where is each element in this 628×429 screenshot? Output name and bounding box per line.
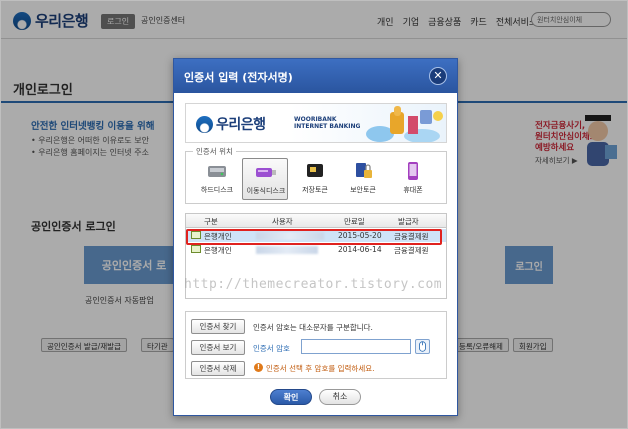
- bank-banner: 우리은행 WOORIBANK INTERNET BANKING: [185, 103, 447, 143]
- cert-expiry: 2014-06-14: [338, 245, 382, 254]
- column-header-user[interactable]: 사용자: [272, 216, 293, 227]
- selected-row-highlight: [186, 229, 442, 245]
- banner-subtitle: WOORIBANK INTERNET BANKING: [294, 116, 360, 130]
- masked-user-name: [256, 246, 318, 254]
- column-header-issuer[interactable]: 발급자: [398, 216, 419, 227]
- screenshot-frame: 우리은행 로그인 공인인증센터 개인 기업 금융상품 카드 전체서비스 ▾ 원터…: [0, 0, 628, 429]
- case-sensitive-hint: 인증서 암호는 대소문자를 구분합니다.: [253, 323, 373, 332]
- certificate-actions: 인증서 찾기 인증서 보기 인증서 삭제 인증서 암호는 대소문자를 구분합니다…: [185, 311, 447, 379]
- password-label: 인증서 암호: [253, 344, 290, 353]
- removable-disk-icon: [256, 168, 276, 177]
- thumbs-up-illustration-icon: [366, 106, 443, 142]
- security-token-icon: [356, 163, 372, 178]
- warning-icon: !: [254, 363, 263, 372]
- storage-label: 저장토큰: [302, 186, 328, 194]
- storage-label: 하드디스크: [200, 186, 234, 194]
- banner-logo: 우리은행: [196, 114, 266, 134]
- storage-label: 휴대폰: [403, 186, 423, 194]
- column-header-type[interactable]: 구분: [204, 216, 218, 227]
- close-icon[interactable]: ✕: [429, 67, 447, 85]
- storage-token[interactable]: 저장토큰: [292, 158, 338, 200]
- storage-legend: 인증서 위치: [193, 146, 236, 157]
- hard-disk-icon: [208, 166, 226, 177]
- cert-type: 은행개인: [204, 246, 232, 255]
- certificate-dialog: 인증서 입력 (전자서명) ✕ 우리은행 WOORIBANK INTERNET …: [173, 58, 458, 416]
- watermark-text: http://themecreator.tistory.com: [184, 277, 443, 292]
- storage-phone[interactable]: 휴대폰: [390, 158, 436, 200]
- view-cert-button[interactable]: 인증서 보기: [191, 340, 245, 355]
- storage-hard-disk[interactable]: 하드디스크: [194, 158, 240, 200]
- cancel-button[interactable]: 취소: [319, 389, 361, 405]
- password-warning: 인증서 선택 후 암호를 입력하세요.: [266, 364, 375, 373]
- banner-logo-text: 우리은행: [216, 117, 266, 133]
- storage-security-token[interactable]: 보안토큰: [340, 158, 386, 200]
- storage-location-group: 인증서 위치 하드디스크 이동식디스크 저장토큰 보안토큰 휴대폰: [185, 146, 447, 204]
- delete-cert-button[interactable]: 인증서 삭제: [191, 361, 245, 376]
- column-header-expiry[interactable]: 만료일: [344, 216, 365, 227]
- storage-removable-disk[interactable]: 이동식디스크: [242, 158, 288, 200]
- token-icon: [307, 164, 323, 177]
- phone-icon: [408, 162, 418, 180]
- dialog-title: 인증서 입력 (전자서명): [184, 71, 293, 84]
- password-input[interactable]: [301, 339, 411, 354]
- banner-sub-line: WOORIBANK: [294, 116, 337, 123]
- find-cert-button[interactable]: 인증서 찾기: [191, 319, 245, 334]
- logo-mark-icon: [196, 115, 213, 133]
- banner-sub-line: INTERNET BANKING: [294, 123, 361, 131]
- cert-issuer: 금융결제원: [394, 246, 429, 255]
- certificate-icon: [191, 245, 201, 253]
- dialog-header: 인증서 입력 (전자서명) ✕: [174, 59, 457, 93]
- ok-button[interactable]: 확인: [270, 389, 312, 405]
- storage-label: 이동식디스크: [246, 187, 286, 195]
- certificate-list-header: 구분 사용자 만료일 발급자: [186, 214, 446, 228]
- mouse-keypad-icon[interactable]: [415, 339, 430, 354]
- storage-label: 보안토큰: [350, 186, 376, 194]
